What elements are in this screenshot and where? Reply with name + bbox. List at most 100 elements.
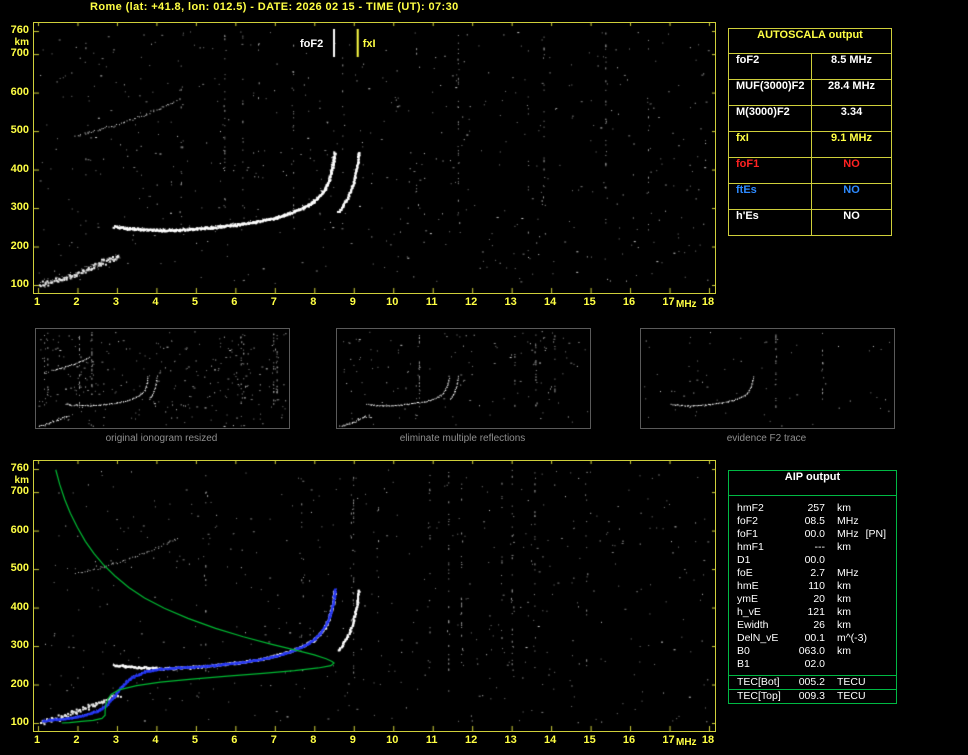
aip-output-table: AIP output hmF2 257 km foF2 08.5 MHz foF1 00.0 M… — [728, 470, 897, 704]
param-value: NO — [843, 184, 860, 196]
x-tick-label: 18 — [701, 296, 715, 308]
param-label: MUF(3000)F2 — [729, 80, 812, 105]
param-value: 28.4 MHz — [827, 80, 876, 92]
aip-row-hmF1: hmF1 --- km — [729, 541, 896, 554]
y-tick-label: 400 — [10, 600, 29, 613]
autoscala-row-fxI: fxI 9.1 MHz — [729, 131, 891, 157]
x-axis-unit-label: MHz — [676, 737, 697, 748]
aip-cell: MHz — [837, 528, 859, 540]
aip-cell: km — [837, 606, 851, 618]
aip-cell: 26 — [813, 619, 825, 631]
y-tick-label: 760 — [10, 462, 29, 474]
y-tick-label: 600 — [10, 85, 29, 98]
fxi-marker-label: fxI — [362, 38, 376, 50]
aip-cell: MHz — [837, 567, 859, 579]
x-tick-label: 4 — [152, 734, 159, 746]
aip-row-Ewidth: Ewidth 26 km — [729, 619, 896, 632]
autoscala-output-table: AUTOSCALA output foF2 8.5 MHz MUF(3000)F2 2… — [728, 28, 892, 236]
aip-cell: h_vE — [737, 606, 761, 618]
aip-cell: 121 — [807, 606, 825, 618]
autoscala-table-rows: foF2 8.5 MHz MUF(3000)F2 28.4 MHz M(3000)F2 3… — [729, 53, 891, 235]
param-label: foF1 — [729, 158, 812, 183]
aip-cell — [859, 567, 866, 580]
autoscala-row-foF2: foF2 8.5 MHz — [729, 53, 891, 79]
x-tick-label: 8 — [310, 734, 317, 746]
x-tick-label: 17 — [662, 296, 675, 308]
aip-cell: km — [837, 619, 851, 631]
param-value: 3.34 — [840, 106, 863, 118]
aip-row-D1: D1 00.0 — [729, 554, 896, 567]
aip-cell: km — [837, 541, 851, 553]
y-tick-label: 100 — [10, 716, 29, 728]
param-value: NO — [843, 158, 860, 170]
x-tick-label: 11 — [425, 734, 438, 746]
aip-cell — [851, 541, 858, 554]
autoscala-row-ftEs: ftEs NO — [729, 183, 891, 209]
y-tick-label: 100 — [10, 278, 29, 290]
x-tick-label: 12 — [465, 734, 478, 746]
aip-cell: 00.1 — [804, 632, 825, 644]
y-tick-label: 300 — [10, 639, 29, 652]
param-value: 9.1 MHz — [831, 132, 872, 144]
x-tick-label: 1 — [33, 734, 41, 746]
x-tick-label: 6 — [231, 296, 238, 308]
aip-cell: m^(-3) — [837, 632, 868, 644]
aip-cell: km — [837, 580, 851, 592]
x-tick-label: 11 — [425, 296, 438, 308]
x-tick-label: 9 — [349, 734, 356, 746]
aip-cell: 063.0 — [798, 645, 825, 657]
aip-cell: 2.7 — [810, 567, 825, 579]
aip-cell — [851, 593, 858, 606]
aip-cell — [859, 515, 866, 528]
aip-row-ymE: ymE 20 km — [729, 593, 896, 606]
y-tick-label: 600 — [10, 523, 29, 536]
x-tick-label: 14 — [543, 296, 557, 308]
param-label: h'Es — [729, 210, 812, 235]
aip-cell: 02.0 — [804, 658, 825, 670]
x-tick-label: 10 — [386, 734, 399, 746]
param-label: M(3000)F2 — [729, 106, 812, 131]
param-value: NO — [843, 210, 860, 222]
param-label: fxI — [729, 132, 812, 157]
autoscala-table-title: AUTOSCALA output — [757, 29, 863, 41]
y-tick-label: 760 — [10, 24, 29, 36]
y-tick-label: 500 — [10, 124, 29, 137]
aip-cell: 08.5 — [804, 515, 825, 527]
aip-row-B0: B0 063.0 km — [729, 645, 896, 658]
x-tick-label: 16 — [622, 734, 636, 746]
aip-table-title: AIP output — [729, 471, 896, 496]
x-tick-label: 8 — [310, 296, 317, 308]
autoscala-row-h'Es: h'Es NO — [729, 209, 891, 235]
aip-cell: 20 — [813, 593, 825, 605]
x-tick-label: 1 — [33, 296, 41, 308]
aip-cell: km — [837, 593, 851, 605]
thumbnail-caption-3: evidence F2 trace — [726, 433, 807, 444]
x-tick-label: 5 — [191, 296, 198, 308]
aip-cell: Ewidth — [737, 619, 769, 631]
x-tick-label: 10 — [386, 296, 399, 308]
x-tick-label: 7 — [270, 734, 277, 746]
aip-cell: D1 — [737, 554, 751, 566]
aip-cell: hmF1 — [737, 541, 764, 553]
aip-row-DelN_vE: DelN_vE 00.1 m^(-3) — [729, 632, 896, 645]
x-tick-label: 2 — [73, 734, 80, 746]
y-axis-unit-label: km — [14, 475, 29, 486]
autoscala-row-foF1: foF1 NO — [729, 157, 891, 183]
x-tick-label: 12 — [465, 296, 478, 308]
aip-row-B1: B1 02.0 — [729, 658, 896, 671]
aip-cell — [851, 645, 858, 658]
aip-cell — [837, 658, 844, 671]
aip-cell — [851, 619, 858, 632]
aip-cell — [825, 658, 837, 671]
aip-cell — [851, 580, 858, 593]
autoscala-row-MUF(3000)F2: MUF(3000)F2 28.4 MHz — [729, 79, 891, 105]
aip-cell: 00.0 — [804, 528, 825, 540]
param-label: ftEs — [729, 184, 812, 209]
aip-cell: DelN_vE — [737, 632, 779, 644]
x-tick-label: 15 — [583, 734, 596, 746]
x-tick-label: 9 — [349, 296, 356, 308]
ionogram-plot-bottom — [33, 460, 716, 732]
aip-table-rows: hmF2 257 km foF2 08.5 MHz foF1 00.0 MHz [PN] hmF1 -… — [729, 496, 896, 675]
y-tick-label: 200 — [10, 677, 29, 690]
aip-cell: foF2 — [737, 515, 759, 527]
